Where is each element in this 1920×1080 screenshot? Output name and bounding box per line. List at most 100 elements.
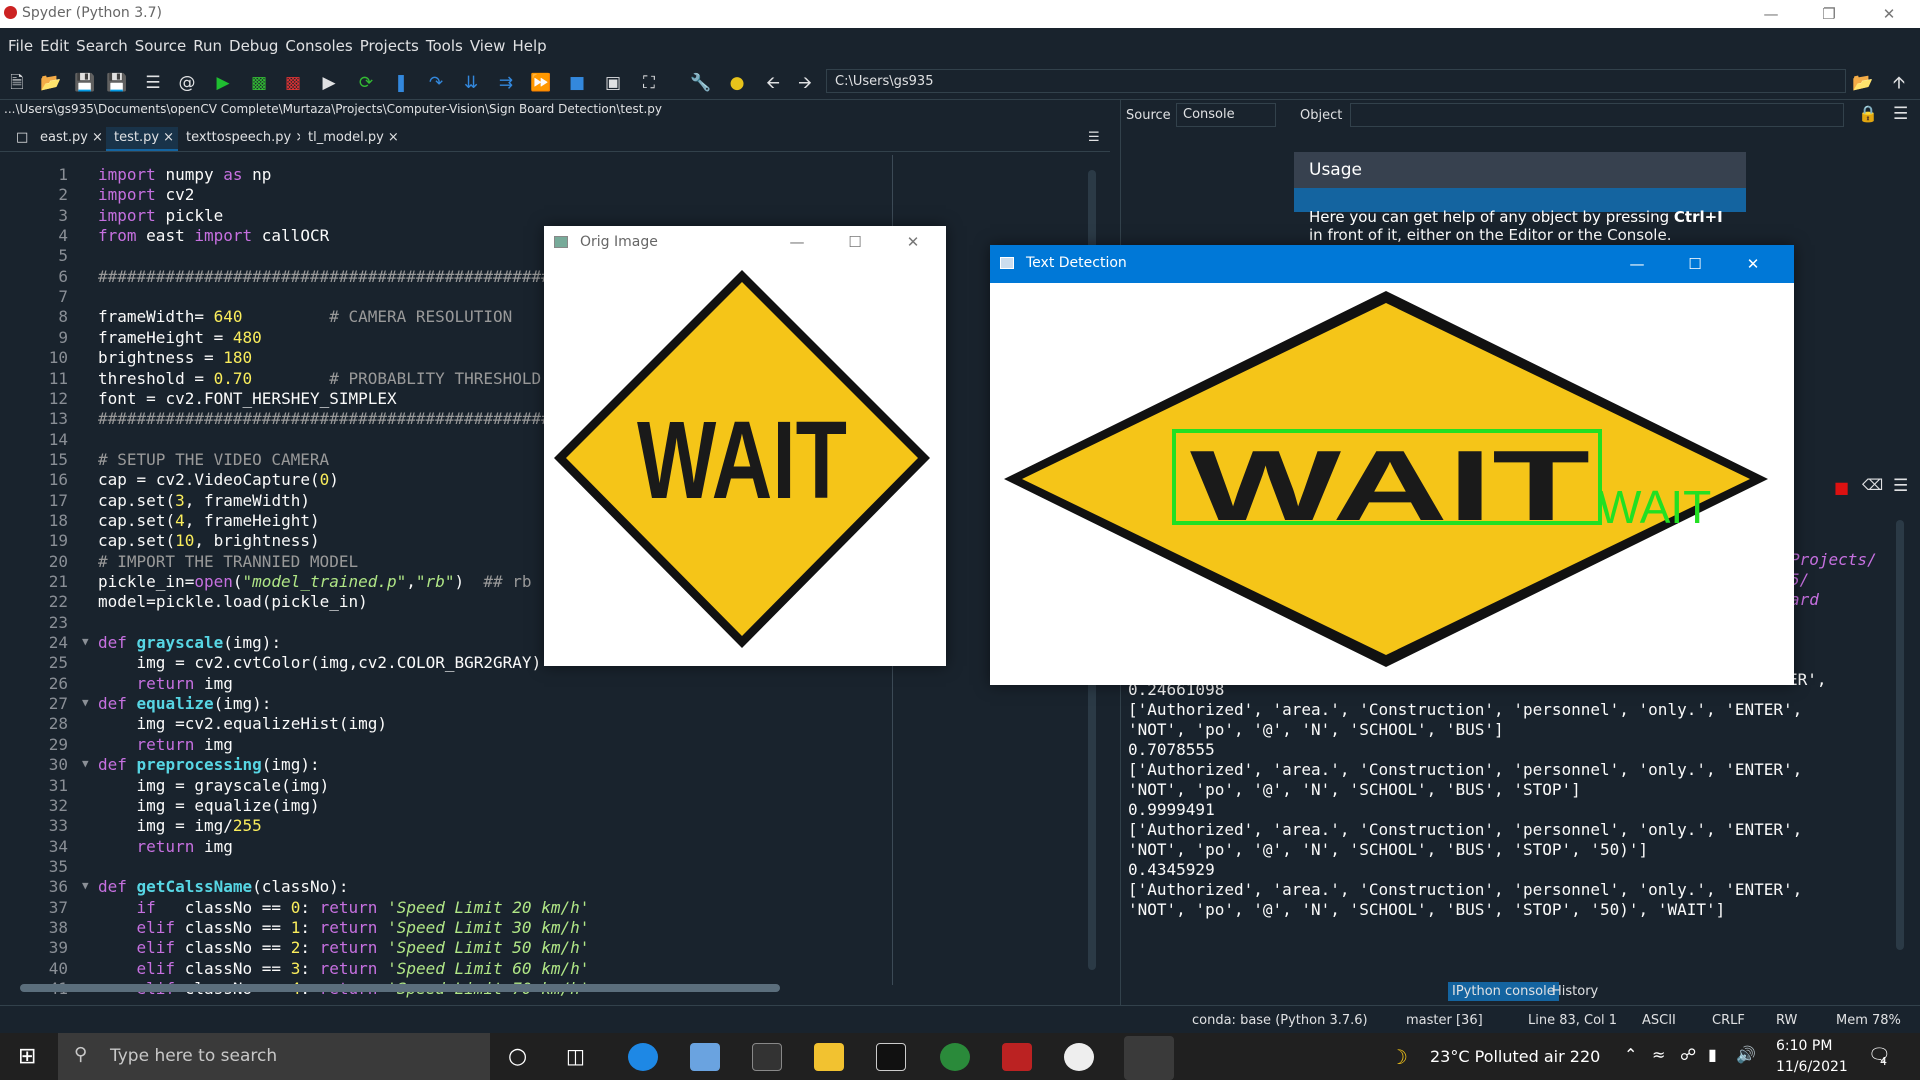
tab-ipython-console[interactable]: IPython console	[1448, 982, 1559, 1001]
step-icon[interactable]: ↷	[425, 72, 447, 94]
python-path-icon[interactable]: ●	[726, 72, 748, 94]
edge-browser-icon[interactable]	[628, 1043, 658, 1071]
tab-tl-model-py[interactable]: tl_model.py ×	[300, 127, 407, 151]
tab-history[interactable]: History	[1548, 982, 1602, 1001]
source-combo[interactable]: Console	[1176, 103, 1276, 127]
code-line: pickle_in=open("model_trained.p","rb") #…	[98, 572, 532, 591]
browse-folder-icon[interactable]: 📂	[1852, 72, 1874, 94]
lock-icon[interactable]: 🔒	[1858, 104, 1878, 123]
menu-view[interactable]: View	[468, 37, 511, 55]
new-file-icon[interactable]: 🗎	[6, 72, 28, 94]
fold-arrow-icon[interactable]: ▼	[82, 635, 89, 648]
menu-search[interactable]: Search	[74, 37, 133, 55]
console-options-icon[interactable]: ☰	[1893, 476, 1908, 496]
run-icon[interactable]: ▶	[212, 72, 234, 94]
clock-date[interactable]: 11/6/2021	[1776, 1059, 1848, 1075]
volume-icon[interactable]: 🔊	[1736, 1045, 1756, 1064]
fold-arrow-icon[interactable]: ▼	[82, 696, 89, 709]
spyder-active-taskbar-icon[interactable]	[1124, 1036, 1174, 1080]
console-fragment: Projects/	[1790, 550, 1877, 569]
step-into-icon[interactable]: ⇊	[460, 72, 482, 94]
forward-arrow-icon[interactable]: 🡪	[794, 72, 816, 94]
menu-run[interactable]: Run	[191, 37, 227, 55]
code-line: elif classNo == 2: return 'Speed Limit 5…	[136, 938, 590, 958]
editor-horizontal-scrollbar[interactable]	[20, 984, 780, 992]
run-selection-icon[interactable]: ▶	[318, 72, 340, 94]
editor-options-icon[interactable]: ☰	[1080, 127, 1108, 151]
tab-east-py[interactable]: east.py ×	[32, 127, 111, 151]
working-directory-field[interactable]: C:\Users\gs935	[826, 69, 1846, 93]
file-explorer-icon[interactable]	[814, 1043, 844, 1071]
open-file-icon[interactable]: 📂	[40, 72, 62, 94]
orig-maximize-button[interactable]: ☐	[826, 226, 884, 258]
taskbar-search[interactable]: ⚲ Type here to search	[58, 1033, 490, 1080]
maximize-pane-icon[interactable]: ▣	[602, 72, 624, 94]
cortana-icon[interactable]: ○	[508, 1044, 527, 1069]
menu-consoles[interactable]: Consoles	[283, 37, 357, 55]
at-icon[interactable]: @	[176, 72, 198, 94]
parent-dir-icon[interactable]: 🡩	[1888, 72, 1910, 94]
console-scrollbar[interactable]	[1896, 520, 1904, 950]
clock-time[interactable]: 6:10 PM	[1776, 1038, 1832, 1054]
debug-icon[interactable]: ❚	[390, 72, 412, 94]
console-line: 0.7078555	[1128, 740, 1215, 759]
network-icon[interactable]: ≈	[1652, 1045, 1665, 1064]
orig-close-button[interactable]: ✕	[884, 226, 942, 258]
cube-app-icon[interactable]	[690, 1043, 720, 1071]
close-button[interactable]: ✕	[1860, 0, 1918, 28]
restore-button[interactable]: ❐	[1800, 0, 1858, 28]
save-icon[interactable]: 💾	[74, 72, 96, 94]
chevron-up-icon[interactable]: ⌃	[1624, 1045, 1637, 1064]
code-line: cap.set(3, frameWidth)	[98, 490, 310, 510]
cmd-icon[interactable]	[876, 1043, 906, 1071]
media-app-icon[interactable]	[1064, 1043, 1094, 1071]
code-line: frameHeight = 480	[98, 327, 262, 347]
bluetooth-icon[interactable]: ☍	[1680, 1045, 1696, 1064]
detection-close-button[interactable]: ✕	[1724, 245, 1782, 283]
console-line: ['Authorized', 'area.', 'Construction', …	[1128, 880, 1803, 899]
detection-minimize-button[interactable]: —	[1608, 245, 1666, 283]
rerun-icon[interactable]: ⟳	[355, 72, 377, 94]
windows-start-icon[interactable]: ⊞	[18, 1044, 36, 1069]
preferences-wrench-icon[interactable]: 🔧	[690, 72, 712, 94]
editor-file-path: ...\Users\gs935\Documents\openCV Complet…	[4, 102, 662, 116]
spyder-taskbar-icon[interactable]	[1002, 1043, 1032, 1071]
fold-arrow-icon[interactable]: ▼	[82, 879, 89, 892]
continue-icon[interactable]: ⏩	[530, 72, 552, 94]
menu-edit[interactable]: Edit	[38, 37, 74, 55]
ipython-console-output[interactable]: 'NOT', 'po', '@', 'N']0.24661098['Author…	[1128, 660, 1908, 970]
browse-tabs-icon[interactable]: □	[8, 127, 30, 151]
object-combo[interactable]	[1350, 103, 1844, 127]
battery-icon[interactable]: ▮	[1708, 1045, 1717, 1064]
menu-debug[interactable]: Debug	[227, 37, 283, 55]
task-view-icon[interactable]: ◫	[566, 1044, 585, 1068]
save-all-icon[interactable]: 💾	[106, 72, 128, 94]
run-cell-icon[interactable]: ▩	[248, 72, 270, 94]
menu-file[interactable]: File	[6, 37, 38, 55]
tab-test-py[interactable]: test.py ×	[106, 127, 183, 151]
orig-minimize-button[interactable]: —	[768, 226, 826, 258]
menu-projects[interactable]: Projects	[358, 37, 424, 55]
fullscreen-icon[interactable]: ⛶	[638, 72, 660, 94]
stop-debug-icon[interactable]: ■	[566, 72, 588, 94]
fold-arrow-icon[interactable]: ▼	[82, 757, 89, 770]
wait-sign-image: WAIT	[554, 270, 930, 648]
menu-source[interactable]: Source	[133, 37, 192, 55]
tab-texttospeech-py[interactable]: texttospeech.py ×	[178, 127, 315, 151]
terminal-icon[interactable]	[752, 1043, 782, 1071]
step-return-icon[interactable]: ⇉	[495, 72, 517, 94]
minimize-button[interactable]: —	[1742, 0, 1800, 28]
menu-tools[interactable]: Tools	[424, 37, 468, 55]
run-cell-advance-icon[interactable]: ▩	[282, 72, 304, 94]
code-line: cap.set(4, frameHeight)	[98, 510, 320, 530]
menu-help[interactable]: Help	[510, 37, 551, 55]
outline-icon[interactable]: ☰	[142, 72, 164, 94]
detection-maximize-button[interactable]: ☐	[1666, 245, 1724, 283]
line-number: 37	[48, 897, 68, 917]
chrome-icon[interactable]	[940, 1043, 970, 1071]
interrupt-icon[interactable]: ■	[1834, 478, 1849, 497]
help-options-icon[interactable]: ☰	[1893, 104, 1908, 124]
weather-text[interactable]: 23°C Polluted air 220	[1430, 1047, 1600, 1066]
eraser-icon[interactable]: ⌫	[1862, 476, 1883, 494]
back-arrow-icon[interactable]: 🡨	[762, 72, 784, 94]
